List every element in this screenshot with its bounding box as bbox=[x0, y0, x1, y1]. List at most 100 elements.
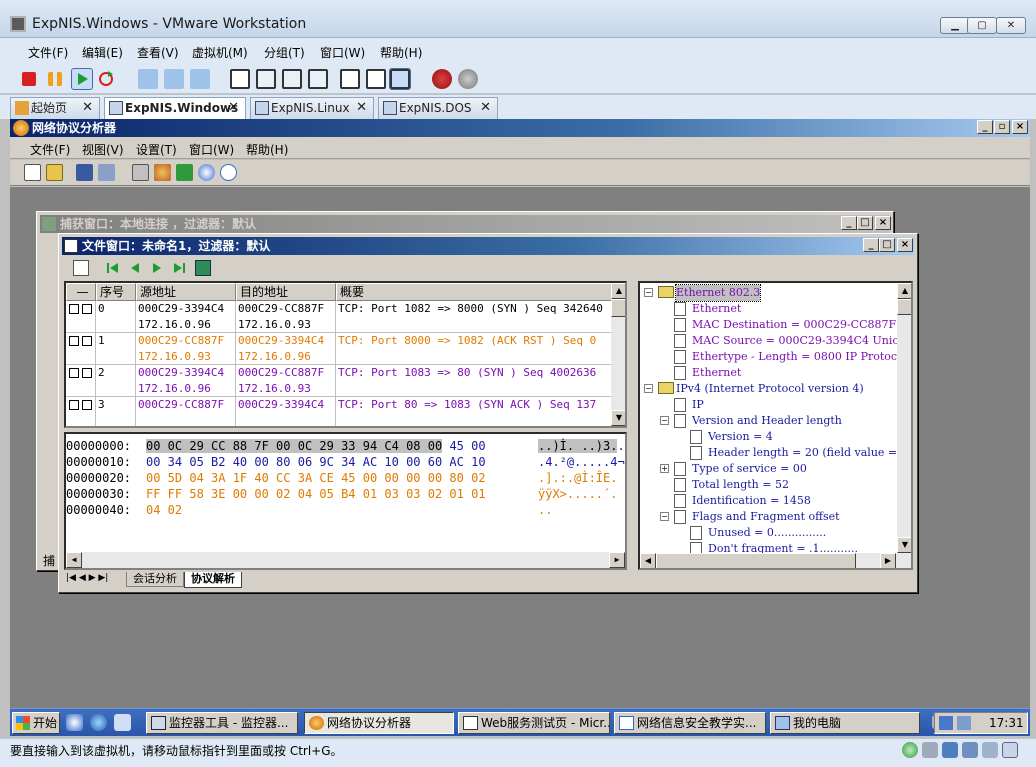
sidebar-toggle-icon[interactable] bbox=[230, 69, 250, 89]
hdd-icon[interactable] bbox=[922, 742, 938, 758]
checkbox[interactable] bbox=[69, 304, 79, 314]
collapse-icon[interactable]: − bbox=[644, 288, 653, 297]
record-icon[interactable] bbox=[432, 69, 452, 89]
tree-node[interactable]: MAC Source = 000C29-3394C4 Unicast bbox=[692, 333, 911, 349]
tree-hscrollbar[interactable]: ◀ ▶ bbox=[640, 553, 911, 568]
quick-switch-icon[interactable] bbox=[282, 69, 302, 89]
task-protocol-analyzer[interactable]: 网络协议分析器 bbox=[304, 712, 454, 734]
tree-node[interactable]: Unused = 0............... bbox=[708, 525, 826, 541]
packet-list-scrollbar[interactable]: ▲ ▼ bbox=[611, 283, 625, 426]
save-icon[interactable] bbox=[76, 164, 93, 181]
collapse-icon[interactable]: − bbox=[644, 384, 653, 393]
tree-node[interactable]: Ethertype - Length = 0800 IP Protoc bbox=[692, 349, 897, 365]
tab-expnis-linux[interactable]: ExpNIS.Linux ✕ bbox=[250, 97, 374, 119]
ie-icon[interactable] bbox=[90, 714, 107, 731]
next-packet-icon[interactable] bbox=[149, 260, 165, 276]
tab-home[interactable]: 起始页 ✕ bbox=[10, 97, 100, 119]
capture-settings-icon[interactable] bbox=[132, 164, 149, 181]
tree-node[interactable]: Identification = 1458 bbox=[692, 493, 811, 509]
sound-icon[interactable] bbox=[982, 742, 998, 758]
tree-node[interactable]: Ethernet bbox=[692, 365, 741, 381]
col-destination[interactable]: 目的地址 bbox=[236, 283, 336, 301]
capture-minimize-button[interactable]: _ bbox=[841, 216, 857, 230]
tools-status-icon[interactable] bbox=[902, 742, 918, 758]
tab-nav-arrows-icon[interactable]: |◀ ◀ ▶ ▶| bbox=[66, 573, 108, 583]
edit-filter-icon[interactable] bbox=[73, 260, 89, 276]
chart-icon[interactable] bbox=[176, 164, 193, 181]
tree-node[interactable]: Version = 4 bbox=[708, 429, 773, 445]
tab-expnis-windows[interactable]: ExpNIS.Windows ✕ bbox=[104, 97, 246, 120]
scroll-up-icon[interactable]: ▲ bbox=[897, 283, 911, 299]
tab-close-icon[interactable]: ✕ bbox=[480, 98, 491, 118]
table-row[interactable]: 2 000C29-3394C4 172.16.0.96 000C29-CC887F … bbox=[66, 365, 614, 397]
row-toggle[interactable] bbox=[66, 333, 96, 365]
col-source[interactable]: 源地址 bbox=[136, 283, 236, 301]
scroll-right-icon[interactable]: ▶ bbox=[609, 552, 625, 568]
expand-box-icon[interactable] bbox=[82, 400, 92, 410]
capture-maximize-button[interactable]: □ bbox=[857, 216, 873, 230]
menu-group[interactable]: 分组(T) bbox=[264, 44, 305, 61]
snapshot-manager-icon[interactable] bbox=[190, 69, 210, 89]
tab-close-icon[interactable]: ✕ bbox=[228, 98, 239, 118]
table-row[interactable]: 0 000C29-3394C4 172.16.0.96 000C29-CC887F … bbox=[66, 301, 614, 333]
collapse-icon[interactable]: − bbox=[660, 416, 669, 425]
e-icon[interactable] bbox=[220, 164, 237, 181]
tab-expnis-dos[interactable]: ExpNIS.DOS ✕ bbox=[378, 97, 498, 119]
file-minimize-button[interactable]: _ bbox=[863, 238, 879, 252]
col-number[interactable]: 序号 bbox=[96, 283, 136, 301]
hex-dump[interactable]: 00000000: 00 0C 29 CC 88 7F 00 0C 29 33 9… bbox=[64, 432, 627, 570]
tab-close-icon[interactable]: ✕ bbox=[356, 98, 367, 118]
tree-node[interactable]: Version and Header length bbox=[692, 413, 842, 429]
collapse-icon[interactable]: − bbox=[660, 512, 669, 521]
start-button[interactable]: 开始 bbox=[12, 712, 60, 734]
col-summary[interactable]: 概要 bbox=[336, 283, 614, 301]
capture-close-button[interactable]: × bbox=[875, 216, 891, 230]
row-toggle[interactable] bbox=[66, 397, 96, 426]
task-monitor-tools[interactable]: 监控器工具 - 监控器... bbox=[146, 712, 298, 734]
scroll-up-icon[interactable]: ▲ bbox=[611, 283, 625, 299]
tab-close-icon[interactable]: ✕ bbox=[82, 98, 93, 118]
tree-node[interactable]: MAC Destination = 000C29-CC887F Uni bbox=[692, 317, 911, 333]
nis-tray-icon[interactable] bbox=[939, 716, 953, 730]
row-toggle[interactable] bbox=[66, 365, 96, 397]
expand-box-icon[interactable] bbox=[82, 304, 92, 314]
scroll-left-icon[interactable]: ◀ bbox=[640, 553, 656, 568]
scroll-down-icon[interactable]: ▼ bbox=[611, 410, 625, 426]
app-menu-view[interactable]: 视图(V) bbox=[82, 141, 124, 158]
expand-box-icon[interactable] bbox=[82, 368, 92, 378]
expand-box-icon[interactable] bbox=[82, 336, 92, 346]
tab-session-analysis[interactable]: 会话分析 bbox=[126, 572, 184, 587]
app-menu-help[interactable]: 帮助(H) bbox=[246, 141, 288, 158]
minimize-button[interactable]: ▁ bbox=[940, 17, 970, 34]
unity-icon[interactable] bbox=[308, 69, 328, 89]
checkbox[interactable] bbox=[69, 368, 79, 378]
console-view-icon[interactable] bbox=[340, 69, 360, 89]
app-close-button[interactable]: × bbox=[1012, 120, 1028, 134]
tree-node[interactable]: Type of service = 00 bbox=[692, 461, 807, 477]
reset-icon[interactable] bbox=[96, 69, 116, 89]
protocol-tree[interactable]: − Ethernet 802.3 Ethernet MAC Destination =… bbox=[638, 281, 913, 570]
scroll-thumb[interactable] bbox=[897, 299, 911, 315]
scroll-thumb[interactable] bbox=[611, 299, 625, 317]
tree-node[interactable]: Flags and Fragment offset bbox=[692, 509, 840, 525]
first-packet-icon[interactable] bbox=[105, 260, 121, 276]
task-my-computer[interactable]: 我的电脑 bbox=[770, 712, 920, 734]
row-toggle[interactable] bbox=[66, 301, 96, 333]
menu-edit[interactable]: 编辑(E) bbox=[82, 44, 123, 61]
tree-vscrollbar[interactable]: ▲ ▼ bbox=[897, 283, 911, 553]
file-close-button[interactable]: × bbox=[897, 238, 913, 252]
tabs-view-icon[interactable] bbox=[389, 68, 411, 90]
scroll-left-icon[interactable]: ◀ bbox=[66, 552, 82, 568]
checkbox[interactable] bbox=[69, 400, 79, 410]
scroll-down-icon[interactable]: ▼ bbox=[897, 537, 911, 553]
file-maximize-button[interactable]: □ bbox=[879, 238, 895, 252]
power-on-icon[interactable] bbox=[71, 68, 93, 90]
tree-node[interactable]: Ethernet 802.3 bbox=[674, 284, 762, 302]
task-web-test[interactable]: Web服务测试页 - Micr... bbox=[458, 712, 610, 734]
thumbnail-icon[interactable] bbox=[366, 69, 386, 89]
open-folder-icon[interactable] bbox=[46, 164, 63, 181]
export-icon[interactable] bbox=[98, 164, 115, 181]
table-row[interactable]: 1 000C29-CC887F 172.16.0.93 000C29-3394C4 … bbox=[66, 333, 614, 365]
network-tray-icon[interactable] bbox=[957, 716, 971, 730]
maximize-button[interactable]: ▢ bbox=[967, 17, 997, 34]
